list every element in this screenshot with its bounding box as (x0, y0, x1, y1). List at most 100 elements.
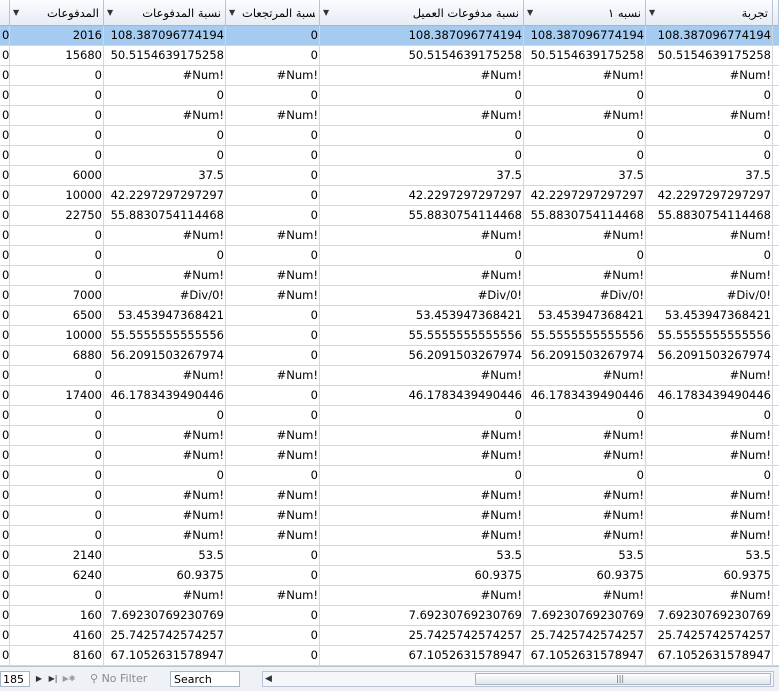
cell-payments-ratio[interactable]: 42.2297297297297 (104, 186, 226, 206)
cell-customer-payments-ratio[interactable]: 67.1052631578947 (320, 646, 524, 666)
table-row[interactable]: 0000000 (0, 406, 779, 426)
cell-customer-payments-ratio[interactable]: #Num! (320, 226, 524, 246)
cell-payments-ratio[interactable]: #Num! (104, 526, 226, 546)
cell-payments-ratio[interactable]: #Num! (104, 586, 226, 606)
cell-ratio-1[interactable]: 42.2297297297297 (524, 186, 646, 206)
cell-customer-payments-ratio[interactable]: 0 (320, 146, 524, 166)
cell-payments[interactable]: 0 (10, 446, 104, 466)
cell-ratio-1[interactable]: #Num! (524, 66, 646, 86)
cell-test[interactable]: 56.2091503267974 (646, 346, 773, 366)
cell-customer-payments-ratio[interactable]: 55.5555555555556 (320, 326, 524, 346)
cell-ratio-1[interactable]: 0 (524, 86, 646, 106)
cell-test[interactable]: 55.8830754114468 (646, 206, 773, 226)
cell-returns-ratio[interactable]: 0 (226, 546, 320, 566)
cell-payments[interactable]: 6500 (10, 306, 104, 326)
cell-ratio-1[interactable]: 0 (524, 146, 646, 166)
cell-returns-ratio[interactable]: 0 (226, 326, 320, 346)
cell-payments-ratio[interactable]: #Num! (104, 266, 226, 286)
cell-ratio-1[interactable]: 25.7425742574257 (524, 626, 646, 646)
cell-payments[interactable]: 0 (10, 106, 104, 126)
cell-returns-ratio[interactable]: #Num! (226, 446, 320, 466)
cell-returns-ratio[interactable]: 0 (226, 386, 320, 406)
cell-returns-ratio[interactable]: #Num! (226, 66, 320, 86)
cell-payments-ratio[interactable]: 53.453947368421 (104, 306, 226, 326)
table-row[interactable]: 0 0 #Num! #Num! #Num! #Num! #Num! (0, 586, 779, 606)
cell-payments[interactable]: 17400 (10, 386, 104, 406)
cell-partial[interactable]: 0 (0, 586, 10, 606)
cell-customer-payments-ratio[interactable]: #Num! (320, 66, 524, 86)
scroll-left-icon[interactable]: ◀ (265, 672, 272, 686)
cell-customer-payments-ratio[interactable]: #Num! (320, 426, 524, 446)
cell-test[interactable]: 55.5555555555556 (646, 326, 773, 346)
cell-payments[interactable]: 0 (10, 506, 104, 526)
cell-returns-ratio[interactable]: #Num! (226, 366, 320, 386)
cell-returns-ratio[interactable]: #Num! (226, 226, 320, 246)
cell-partial[interactable]: 0 (0, 246, 10, 266)
column-header-payments-ratio[interactable]: ▼ نسبة المدفوعات (104, 0, 226, 26)
table-row[interactable]: 0 6240 60.9375 0 60.9375 60.9375 60.9375 (0, 566, 779, 586)
cell-payments-ratio[interactable]: #Num! (104, 426, 226, 446)
cell-customer-payments-ratio[interactable]: 0 (320, 246, 524, 266)
table-row[interactable]: 0 15680 50.5154639175258 0 50.5154639175258 5… (0, 46, 779, 66)
cell-ratio-1[interactable]: 7.69230769230769 (524, 606, 646, 626)
cell-returns-ratio[interactable]: 0 (226, 186, 320, 206)
cell-payments[interactable]: 0 (10, 426, 104, 446)
cell-returns-ratio[interactable]: #Num! (226, 106, 320, 126)
cell-returns-ratio[interactable]: #Num! (226, 286, 320, 306)
cell-ratio-1[interactable]: 50.5154639175258 (524, 46, 646, 66)
cell-test[interactable]: 50.5154639175258 (646, 46, 773, 66)
cell-payments[interactable]: 0 (10, 486, 104, 506)
cell-payments[interactable]: 0 (10, 366, 104, 386)
cell-returns-ratio[interactable]: 0 (226, 126, 320, 146)
cell-ratio-1[interactable]: 46.1783439490446 (524, 386, 646, 406)
cell-test[interactable]: 60.9375 (646, 566, 773, 586)
cell-payments[interactable]: 4160 (10, 626, 104, 646)
cell-test[interactable]: #Num! (646, 106, 773, 126)
cell-returns-ratio[interactable]: 0 (226, 566, 320, 586)
cell-payments-ratio[interactable]: 56.2091503267974 (104, 346, 226, 366)
cell-customer-payments-ratio[interactable]: 53.453947368421 (320, 306, 524, 326)
cell-payments-ratio[interactable]: 0 (104, 146, 226, 166)
cell-customer-payments-ratio[interactable]: 7.69230769230769 (320, 606, 524, 626)
cell-payments-ratio[interactable]: #Num! (104, 446, 226, 466)
cell-partial[interactable]: 0 (0, 226, 10, 246)
cell-partial[interactable]: 0 (0, 506, 10, 526)
cell-partial[interactable]: 0 (0, 366, 10, 386)
cell-test[interactable]: #Num! (646, 426, 773, 446)
cell-payments[interactable]: 0 (10, 146, 104, 166)
cell-payments-ratio[interactable]: 55.5555555555556 (104, 326, 226, 346)
cell-payments-ratio[interactable]: 7.69230769230769 (104, 606, 226, 626)
table-row[interactable]: 0 22750 55.8830754114468 0 55.8830754114468 5… (0, 206, 779, 226)
table-row[interactable]: 0 0 #Num! #Num! #Num! #Num! #Num! (0, 366, 779, 386)
cell-payments[interactable]: 0 (10, 526, 104, 546)
table-row[interactable]: 0 0 #Num! #Num! #Num! #Num! #Num! (0, 446, 779, 466)
table-row[interactable]: 0 0 #Num! #Num! #Num! #Num! #Num! (0, 106, 779, 126)
cell-ratio-1[interactable]: 108.387096774194 (524, 26, 646, 46)
cell-customer-payments-ratio[interactable]: #Num! (320, 366, 524, 386)
column-dropdown-icon[interactable]: ▼ (323, 0, 329, 25)
column-dropdown-icon[interactable]: ▼ (229, 0, 235, 25)
cell-returns-ratio[interactable]: 0 (226, 26, 320, 46)
cell-ratio-1[interactable]: #Num! (524, 586, 646, 606)
column-header-ratio-1[interactable]: ▼ نسبه ١ (524, 0, 646, 26)
cell-test[interactable]: 7.69230769230769 (646, 606, 773, 626)
cell-test[interactable]: #Num! (646, 66, 773, 86)
cell-payments-ratio[interactable]: #Num! (104, 66, 226, 86)
cell-customer-payments-ratio[interactable]: 46.1783439490446 (320, 386, 524, 406)
cell-returns-ratio[interactable]: 0 (226, 166, 320, 186)
cell-ratio-1[interactable]: 0 (524, 406, 646, 426)
table-row[interactable]: 0 2140 53.5 0 53.5 53.5 53.5 (0, 546, 779, 566)
current-record-field[interactable]: 185 (0, 671, 30, 687)
cell-partial[interactable]: 0 (0, 166, 10, 186)
cell-test[interactable]: 42.2297297297297 (646, 186, 773, 206)
cell-payments[interactable]: 10000 (10, 326, 104, 346)
cell-payments-ratio[interactable]: 0 (104, 406, 226, 426)
cell-test[interactable]: 108.387096774194 (646, 26, 773, 46)
cell-test[interactable]: 0 (646, 86, 773, 106)
cell-returns-ratio[interactable]: 0 (226, 146, 320, 166)
column-header-test[interactable]: ▼ تجربة (646, 0, 773, 26)
table-row[interactable]: 0 0 #Num! #Num! #Num! #Num! #Num! (0, 486, 779, 506)
column-header-customer-payments-ratio[interactable]: ▼ نسبة مدفوعات العميل (320, 0, 524, 26)
no-filter-button[interactable]: ⚲ No Filter (90, 671, 162, 687)
cell-test[interactable]: #Num! (646, 586, 773, 606)
